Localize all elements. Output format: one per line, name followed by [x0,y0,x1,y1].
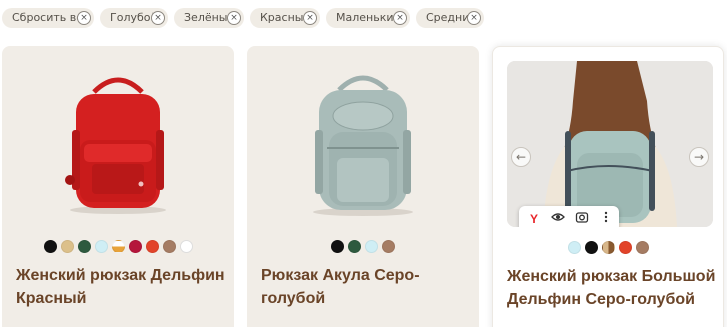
color-swatches [2,240,234,254]
arrow-right-icon: → [693,150,705,164]
color-swatch[interactable] [60,240,74,253]
eye-icon[interactable] [549,210,567,227]
product-gallery[interactable]: ← → Y [507,61,713,227]
color-swatch[interactable] [179,240,193,253]
product-image-red-backpack[interactable] [16,60,220,224]
color-swatch[interactable] [348,240,361,253]
chip-small[interactable]: Маленький × [326,8,410,28]
color-swatch[interactable] [77,240,91,253]
color-swatch[interactable] [382,240,395,253]
color-swatch[interactable] [145,240,159,253]
yandex-logo-icon[interactable]: Y [525,210,543,227]
product-title[interactable]: Женский рюкзак Большой Дельфин Серо-голу… [507,265,719,311]
chip-medium[interactable]: Средний × [416,8,484,28]
close-icon[interactable]: × [77,11,91,25]
chip-red[interactable]: Красный × [250,8,320,28]
gallery-prev-button[interactable]: ← [511,147,531,167]
close-icon[interactable]: × [467,11,481,25]
chip-label: Маленький [336,11,401,24]
image-toolbar: Y [519,206,619,227]
color-swatch[interactable] [365,240,378,253]
color-swatches [493,241,723,255]
color-swatch[interactable] [567,241,581,254]
color-swatch[interactable] [128,240,142,253]
color-swatch[interactable] [43,240,57,253]
product-title[interactable]: Рюкзак Акула Серо-голубой [261,264,473,310]
close-icon[interactable]: × [227,11,241,25]
gallery-next-button[interactable]: → [689,147,709,167]
color-swatch[interactable] [635,241,649,254]
product-card[interactable]: Женский рюкзак Дельфин Красный [2,46,234,327]
color-swatch[interactable] [618,241,632,254]
color-swatch[interactable] [601,241,615,254]
product-photo-model [507,61,713,227]
arrow-left-icon: ← [515,150,527,164]
color-swatch[interactable] [331,240,344,253]
color-swatches [247,240,479,254]
chip-blue[interactable]: Голубой × [100,8,168,28]
color-swatch[interactable] [584,241,598,254]
product-card-active[interactable]: ← → Y Женский рюкзак Большой Дельфин Сер… [492,46,724,327]
product-card[interactable]: Рюкзак Акула Серо-голубой [247,46,479,327]
chip-reset-all[interactable]: Сбросить все × [2,8,94,28]
product-title[interactable]: Женский рюкзак Дельфин Красный [16,264,228,310]
close-icon[interactable]: × [303,11,317,25]
product-image-grey-blue-backpack[interactable] [261,60,465,224]
more-vertical-icon[interactable] [597,210,615,227]
color-swatch[interactable] [94,240,108,253]
close-icon[interactable]: × [393,11,407,25]
close-icon[interactable]: × [151,11,165,25]
color-swatch[interactable] [111,240,125,253]
color-swatch[interactable] [162,240,176,253]
lens-search-icon[interactable] [573,210,591,227]
chip-green[interactable]: Зелёный × [174,8,244,28]
